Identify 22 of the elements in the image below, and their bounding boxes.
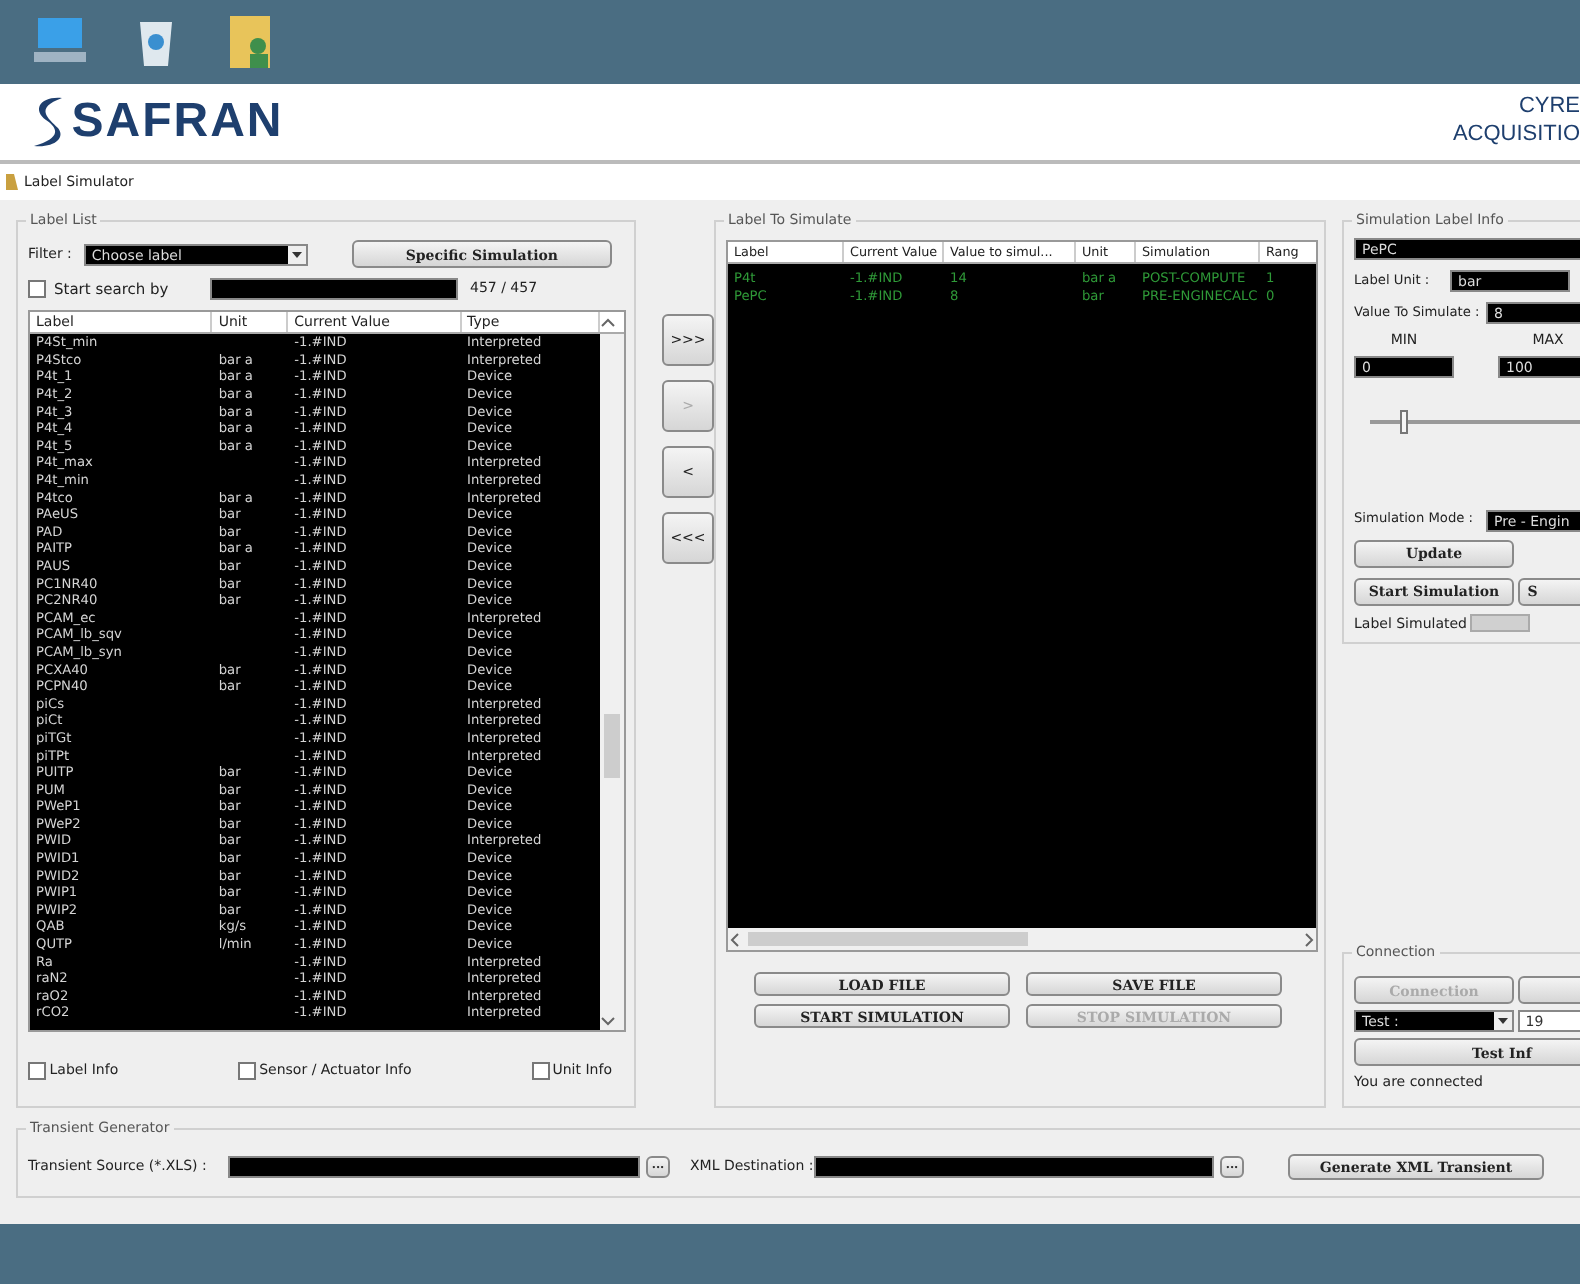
scrollbar-thumb[interactable] [604,714,621,779]
dropdown-arrow-icon [1494,1012,1512,1030]
option-checkbox[interactable] [531,1062,549,1080]
app-icon [6,174,18,190]
option-checkbox[interactable] [28,1062,46,1080]
scroll-right-icon [1300,931,1316,947]
destination-field[interactable] [814,1155,1214,1177]
scroll-down-icon [600,1014,617,1031]
option-checkbox[interactable] [237,1062,256,1080]
disconnect-button[interactable] [1517,976,1580,1004]
start-search-checkbox[interactable] [28,280,46,299]
slider-thumb[interactable] [1400,409,1409,433]
search-field[interactable] [210,278,458,301]
logo-text: SAFRAN [71,94,284,150]
dropdown-arrow-icon [287,245,306,263]
scroll-up-icon [600,314,617,331]
header-text: CYRE [1516,94,1580,122]
source-field[interactable] [228,1155,640,1177]
label-simulated-field [1470,614,1531,633]
scroll-left-icon [728,931,744,947]
header-text: ACQUISITIO [1452,122,1580,150]
scrollbar-thumb[interactable] [748,932,1028,946]
